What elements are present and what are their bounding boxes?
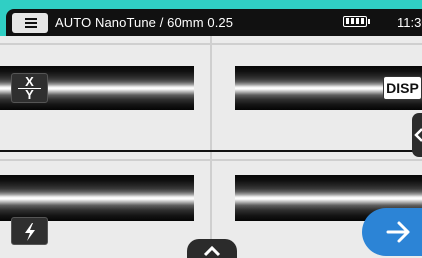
camera-view: X Y DISP <box>0 36 422 258</box>
fiber-left-lower <box>0 175 194 221</box>
crosshair-horizontal <box>0 159 422 161</box>
arc-button[interactable] <box>11 217 48 245</box>
crosshair-vertical <box>210 36 212 150</box>
lightning-icon <box>25 223 35 241</box>
chevron-up-icon <box>203 245 221 257</box>
program-title: AUTO NanoTune / 60mm 0.25 <box>55 15 234 30</box>
crosshair-horizontal <box>0 43 422 45</box>
bottom-menu-tab[interactable] <box>187 239 237 258</box>
menu-button[interactable] <box>12 13 48 33</box>
next-button[interactable] <box>362 208 422 256</box>
clock: 11:30 <box>397 15 422 30</box>
battery-icon <box>343 16 370 27</box>
status-bar: AUTO NanoTune / 60mm 0.25 11:30 <box>6 9 422 36</box>
splicer-screen: AUTO NanoTune / 60mm 0.25 11:30 X Y DISP <box>0 0 422 258</box>
arrow-right-icon <box>386 221 410 243</box>
disp-button[interactable]: DISP <box>383 76 422 100</box>
chevron-left-icon <box>414 128 422 142</box>
side-panel-tab[interactable] <box>412 113 422 157</box>
hamburger-icon <box>25 18 37 20</box>
header-accent: AUTO NanoTune / 60mm 0.25 11:30 <box>0 0 422 36</box>
view-divider <box>0 150 422 152</box>
xy-view-button[interactable]: X Y <box>11 73 48 103</box>
